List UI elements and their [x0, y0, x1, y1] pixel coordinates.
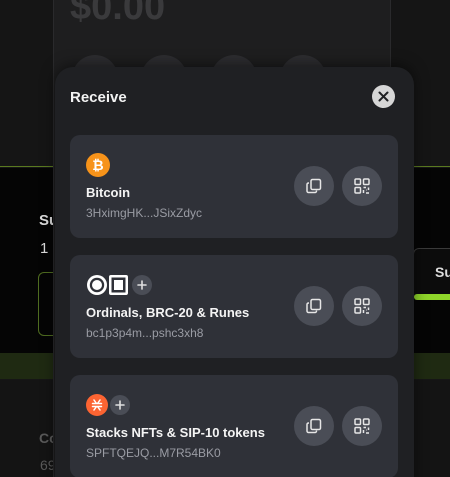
- account-address: 3HximgHK...JSixZdyc: [86, 206, 203, 220]
- svg-text:₿: ₿: [92, 158, 103, 173]
- background-su-count: 1: [40, 240, 49, 257]
- receive-card-stacks: Stacks NFTs & SIP-10 tokens SPFTQEJQ...M…: [70, 375, 398, 477]
- ordinals-icon: [86, 273, 130, 297]
- card-icon-group: [86, 273, 152, 297]
- close-icon: [378, 91, 389, 102]
- copy-address-button[interactable]: [294, 406, 334, 446]
- plus-icon: [132, 275, 152, 295]
- copy-address-button[interactable]: [294, 286, 334, 326]
- receive-card-ordinals: Ordinals, BRC-20 & Runes bc1p3p4m...pshc…: [70, 255, 398, 358]
- show-qr-button[interactable]: [342, 166, 382, 206]
- background-su-tab-label: Su: [435, 264, 450, 280]
- copy-icon: [305, 417, 323, 435]
- copy-icon: [305, 177, 323, 195]
- account-name: Bitcoin: [86, 185, 131, 200]
- account-name: Ordinals, BRC-20 & Runes: [86, 305, 250, 320]
- bitcoin-icon: ₿: [86, 153, 110, 177]
- show-qr-button[interactable]: [342, 406, 382, 446]
- balance-amount: $0.00: [70, 0, 166, 28]
- account-address: bc1p3p4m...pshc3xh8: [86, 326, 204, 340]
- stacks-icon: [86, 394, 108, 416]
- screen: Su 1 Su Co 69 $0.00 Receive ₿ Bitcoin 3H…: [0, 0, 450, 477]
- receive-modal: Receive ₿ Bitcoin 3HximgHK...JSixZdyc Or…: [55, 67, 414, 477]
- close-button[interactable]: [372, 85, 395, 108]
- qr-code-icon: [353, 177, 371, 195]
- card-icon-group: ₿: [86, 153, 110, 177]
- plus-icon: [110, 395, 130, 415]
- receive-card-bitcoin: ₿ Bitcoin 3HximgHK...JSixZdyc: [70, 135, 398, 238]
- qr-code-icon: [353, 297, 371, 315]
- show-qr-button[interactable]: [342, 286, 382, 326]
- account-name: Stacks NFTs & SIP-10 tokens: [86, 425, 265, 440]
- copy-address-button[interactable]: [294, 166, 334, 206]
- account-address: SPFTQEJQ...M7R54BK0: [86, 446, 221, 460]
- card-icon-group: [86, 393, 130, 417]
- modal-title: Receive: [70, 89, 127, 106]
- background-tab-indicator: [414, 294, 450, 300]
- copy-icon: [305, 297, 323, 315]
- qr-code-icon: [353, 417, 371, 435]
